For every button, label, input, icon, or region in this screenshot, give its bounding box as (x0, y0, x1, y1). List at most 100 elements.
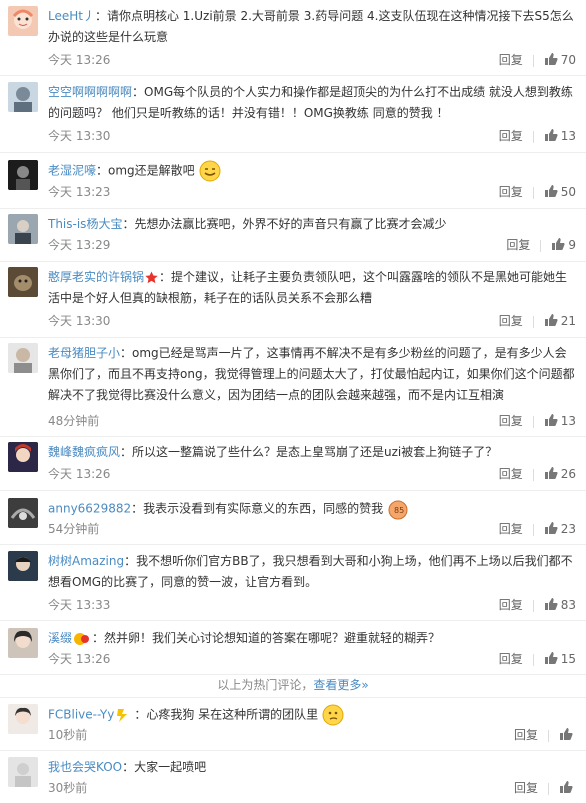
reply-button[interactable]: 回复 (499, 314, 523, 328)
comment-username[interactable]: LeeHt丿 (48, 9, 95, 23)
avatar[interactable] (8, 442, 38, 472)
comment-meta: 今天 13:23 回复 50 (48, 182, 576, 202)
reply-button[interactable]: 回复 (499, 129, 523, 143)
separator (532, 315, 534, 328)
lightning-badge-icon (117, 709, 128, 722)
divider (0, 674, 586, 675)
like-button[interactable]: 70 (544, 53, 576, 67)
comment-time: 今天 13:26 (48, 53, 111, 67)
like-button[interactable]: 21 (544, 314, 576, 328)
thumb-up-icon (544, 467, 558, 479)
reply-button[interactable]: 回复 (499, 53, 523, 67)
comment-time: 今天 13:30 (48, 129, 111, 143)
comment-actions: 回复 70 (499, 50, 576, 70)
comment-username[interactable]: This-is杨大宝 (48, 217, 122, 231)
comment-meta: 今天 13:33 回复 83 (48, 595, 576, 615)
like-button[interactable]: 26 (544, 467, 576, 481)
like-count: 13 (560, 414, 576, 428)
reply-button[interactable]: 回复 (514, 728, 538, 742)
comment-actions: 回复 (514, 725, 576, 745)
see-more-link[interactable]: 查看更多» (313, 678, 368, 692)
reply-button[interactable]: 回复 (506, 238, 530, 252)
like-button[interactable]: 83 (544, 598, 576, 612)
divider (0, 620, 586, 621)
comment-username[interactable]: anny6629882 (48, 502, 131, 516)
like-button[interactable]: 50 (544, 185, 576, 199)
thumb-up-icon (552, 238, 565, 250)
like-count: 50 (560, 185, 576, 199)
svg-text:85: 85 (394, 506, 404, 515)
avatar[interactable] (8, 214, 38, 244)
avatar[interactable] (8, 628, 38, 658)
reply-button[interactable]: 回复 (514, 781, 538, 795)
comment-meta: 10秒前 回复 (48, 725, 576, 745)
separator (532, 54, 534, 67)
comment-actions: 回复 23 (499, 519, 576, 539)
comment-actions: 回复 50 (499, 182, 576, 202)
separator (532, 599, 534, 612)
comment-meta: 今天 13:26 回复 26 (48, 464, 576, 484)
comment-text: ：我表示没看到有实际意义的东西，同感的赞我 (131, 501, 384, 516)
avatar[interactable] (8, 6, 38, 36)
avatar[interactable] (8, 160, 38, 190)
like-count: 9 (568, 238, 576, 252)
like-count: 23 (560, 522, 576, 536)
separator (548, 782, 549, 795)
like-count: 70 (560, 53, 576, 67)
comment-username[interactable]: 老母猪胆子小 (48, 346, 120, 360)
comment-meta: 54分钟前 回复 23 (48, 519, 576, 539)
smile-emoji-icon (199, 160, 220, 182)
comment-time: 今天 13:30 (48, 314, 111, 328)
divider (0, 152, 586, 153)
comment-username[interactable]: 空空啊啊啊啊啊 (48, 85, 132, 99)
comment-username[interactable]: 我也会哭KOO (48, 760, 122, 774)
comment-time: 30秒前 (48, 781, 88, 795)
avatar[interactable] (8, 551, 38, 581)
comment-username[interactable]: FCBlive--Yy (48, 708, 114, 722)
like-button[interactable] (559, 781, 576, 795)
separator (548, 729, 549, 742)
like-button[interactable]: 13 (544, 414, 576, 428)
avatar[interactable] (8, 498, 38, 528)
comment-meta: 今天 13:29 回复 9 (48, 235, 576, 255)
comment-text: ：所以这一整篇说了些什么？是态上皇骂崩了还是uzi被套上狗链子了？ (120, 445, 498, 459)
divider (0, 436, 586, 437)
like-button[interactable]: 15 (544, 652, 576, 666)
comment-meta: 48分钟前 回复 13 (48, 411, 576, 431)
comment-username[interactable]: 老湿泥嚎 (48, 164, 96, 178)
comment-username[interactable]: 树树Amazing (48, 554, 124, 568)
comment-text: ：omg已经是骂声一片了，这事情再不解决不是有多少粉丝的问题了，是有多少人会黑你… (48, 346, 575, 402)
reply-button[interactable]: 回复 (499, 652, 523, 666)
like-count: 13 (560, 129, 576, 143)
reply-button[interactable]: 回复 (499, 414, 523, 428)
thumb-up-icon (544, 652, 558, 664)
sticker-emoji-icon: 85 (388, 500, 408, 520)
reply-button[interactable]: 回复 (499, 185, 523, 199)
reply-button[interactable]: 回复 (499, 522, 523, 536)
thumb-up-icon (544, 185, 558, 197)
avatar[interactable] (8, 82, 38, 112)
separator (540, 239, 542, 252)
comment-username[interactable]: 憨厚老实的许锅锅 (48, 270, 144, 284)
like-button[interactable]: 9 (551, 238, 576, 252)
thumb-up-icon (544, 598, 558, 610)
like-button[interactable]: 23 (544, 522, 576, 536)
avatar[interactable] (8, 267, 38, 297)
reply-button[interactable]: 回复 (499, 598, 523, 612)
separator (532, 468, 534, 481)
avatar[interactable] (8, 757, 38, 787)
comment-actions: 回复 (514, 778, 576, 798)
comment-meta: 今天 13:26 回复 15 (48, 649, 576, 669)
reply-button[interactable]: 回复 (499, 467, 523, 481)
like-button[interactable]: 13 (544, 129, 576, 143)
comment-username[interactable]: 魏峰魏疯疯风 (48, 445, 120, 459)
like-button[interactable] (559, 728, 576, 742)
comment-text: ：大家一起喷吧 (122, 760, 207, 774)
comment-username[interactable]: 溪缀 (48, 631, 72, 645)
comment-text: ：omg还是解散吧 (96, 163, 195, 178)
comment-meta: 今天 13:30 回复 21 (48, 311, 576, 331)
avatar[interactable] (8, 343, 38, 373)
comment-time: 今天 13:33 (48, 598, 111, 612)
avatar[interactable] (8, 704, 38, 734)
comment-time: 48分钟前 (48, 414, 100, 428)
